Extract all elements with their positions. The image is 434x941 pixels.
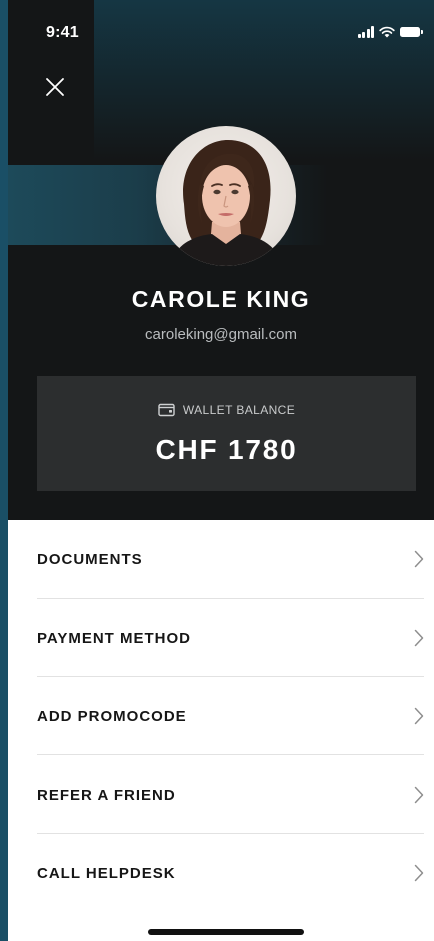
menu-item-label: PAYMENT METHOD bbox=[37, 629, 192, 647]
chevron-right-icon bbox=[414, 864, 424, 882]
menu-item-label: REFER A FRIEND bbox=[37, 786, 176, 804]
chevron-right-icon bbox=[414, 707, 424, 725]
app-screen: 9:41 CAROLE KING caroleking@gmail.com WA… bbox=[8, 0, 434, 941]
home-indicator[interactable] bbox=[148, 929, 304, 935]
profile-email: caroleking@gmail.com bbox=[145, 326, 297, 343]
status-time: 9:41 bbox=[46, 24, 79, 41]
status-icons bbox=[357, 24, 423, 40]
menu-item-label: DOCUMENTS bbox=[37, 550, 143, 568]
cellular-signal-icon bbox=[357, 26, 374, 38]
profile-name: CAROLE KING bbox=[131, 286, 311, 312]
avatar-photo bbox=[170, 140, 282, 266]
avatar[interactable] bbox=[156, 126, 296, 266]
wifi-icon bbox=[379, 26, 395, 38]
chevron-right-icon bbox=[414, 550, 424, 568]
wallet-balance-card[interactable]: WALLET BALANCE CHF 1780 bbox=[37, 376, 416, 491]
wallet-amount: CHF 1780 bbox=[155, 434, 298, 465]
menu-item-add-promocode[interactable]: ADD PROMOCODE bbox=[37, 677, 424, 755]
close-button[interactable] bbox=[38, 70, 72, 104]
menu-item-label: ADD PROMOCODE bbox=[37, 707, 187, 725]
battery-icon bbox=[400, 27, 423, 37]
status-bar: 9:41 bbox=[8, 0, 434, 60]
wallet-label: WALLET BALANCE bbox=[182, 403, 296, 417]
wallet-icon bbox=[158, 403, 175, 417]
profile-header: 9:41 CAROLE KING caroleking@gmail.com WA… bbox=[8, 0, 434, 520]
profile-menu: DOCUMENTS PAYMENT METHOD ADD PROMOCODE R… bbox=[8, 520, 434, 941]
wallet-label-row: WALLET BALANCE bbox=[37, 403, 416, 417]
close-icon bbox=[46, 78, 64, 96]
menu-item-call-helpdesk[interactable]: CALL HELPDESK bbox=[37, 834, 424, 912]
menu-divider bbox=[37, 754, 424, 755]
chevron-right-icon bbox=[414, 786, 424, 804]
menu-item-payment-method[interactable]: PAYMENT METHOD bbox=[37, 599, 424, 677]
menu-item-refer-a-friend[interactable]: REFER A FRIEND bbox=[37, 756, 424, 834]
menu-item-documents[interactable]: DOCUMENTS bbox=[37, 520, 424, 598]
chevron-right-icon bbox=[414, 629, 424, 647]
menu-item-label: CALL HELPDESK bbox=[37, 864, 176, 882]
